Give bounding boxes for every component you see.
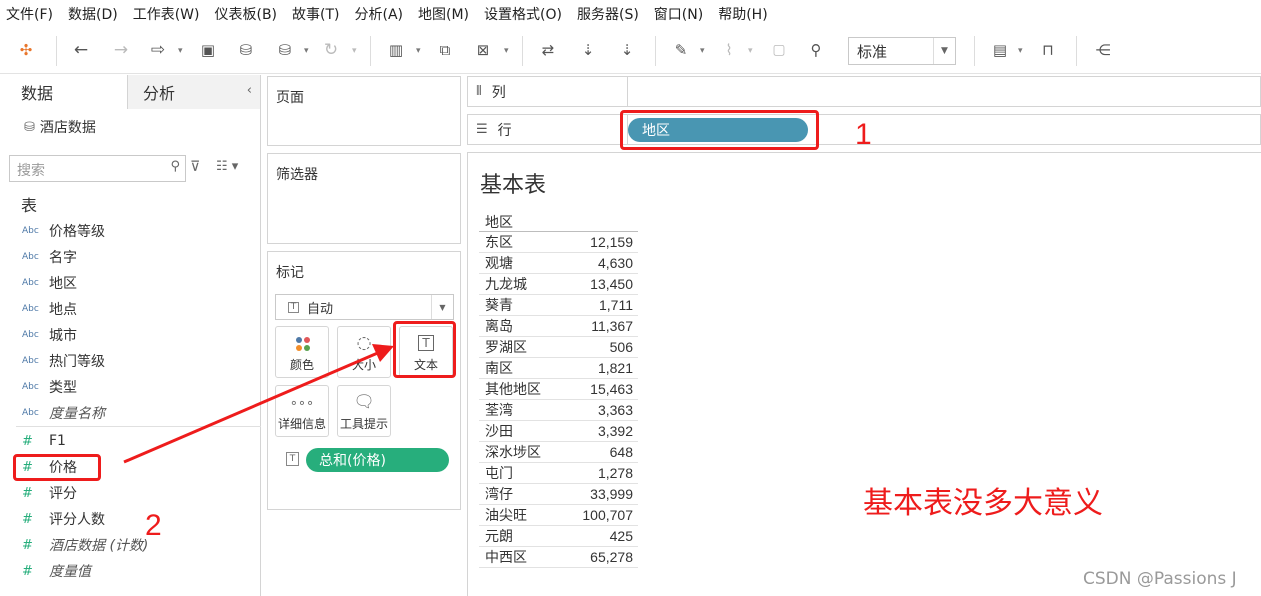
watermark: CSDN @Passions J [1083, 569, 1237, 589]
annotation-note: 基本表没多大意义 [863, 486, 1103, 521]
